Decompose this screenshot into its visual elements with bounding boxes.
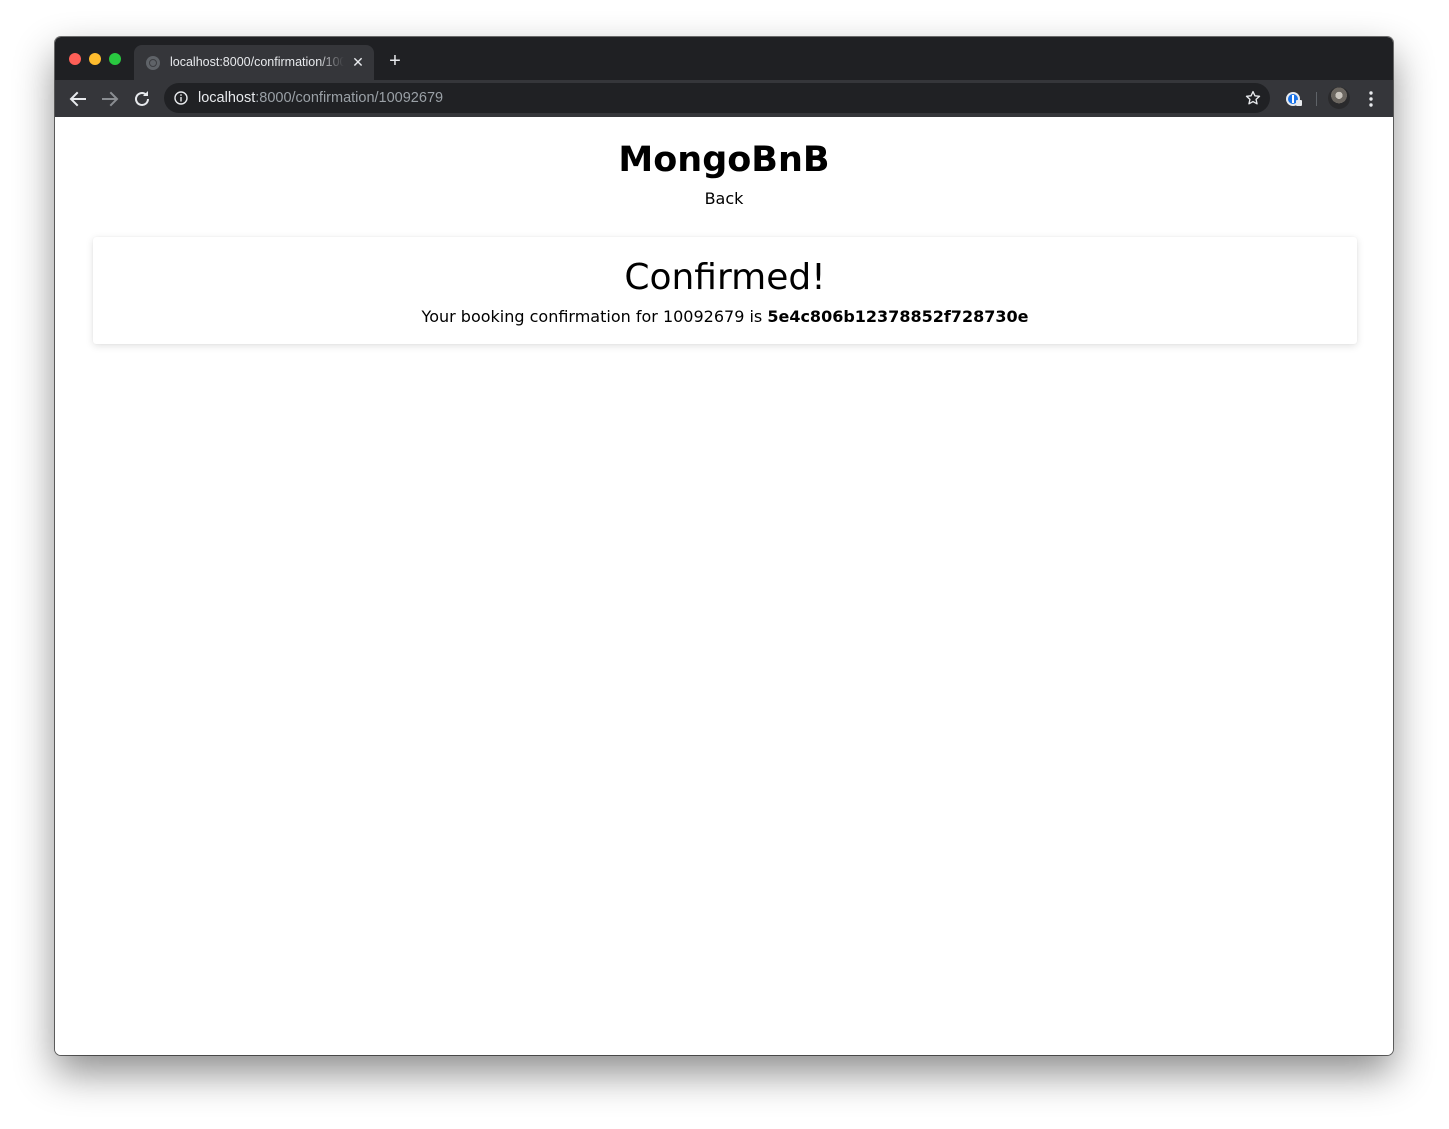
confirmation-text-middle: is (744, 307, 768, 326)
page-content: MongoBnB Back Confirmed! Your booking co… (55, 117, 1393, 1055)
arrow-left-icon[interactable] (66, 87, 90, 111)
url-host: localhost (198, 90, 256, 106)
toolbar-divider (1316, 92, 1317, 106)
plus-icon[interactable]: + (385, 51, 405, 71)
confirmation-text-prefix: Your booking confirmation for (421, 307, 663, 326)
url-path: :8000/confirmation/10092679 (255, 90, 444, 106)
tab-title: localhost:8000/confirmation/10092679 (170, 55, 344, 69)
window-minimize-button[interactable] (89, 53, 101, 65)
confirmation-id: 5e4c806b12378852f728730e (767, 307, 1029, 326)
reload-icon[interactable] (130, 87, 154, 111)
globe-icon (146, 56, 160, 70)
back-link[interactable]: Back (705, 189, 744, 208)
close-icon[interactable]: ✕ (350, 54, 366, 70)
browser-window: localhost:8000/confirmation/10092679 ✕ + (55, 37, 1393, 1055)
arrow-right-icon[interactable] (98, 87, 122, 111)
kebab-menu-icon[interactable] (1361, 89, 1381, 109)
window-maximize-button[interactable] (109, 53, 121, 65)
star-icon[interactable] (1244, 89, 1262, 107)
window-close-button[interactable] (69, 53, 81, 65)
back-link-container: Back (55, 189, 1393, 209)
confirmation-card: Confirmed! Your booking confirmation for… (93, 237, 1357, 344)
confirmation-message: Your booking confirmation for 10092679 i… (93, 307, 1357, 327)
avatar[interactable] (1328, 87, 1350, 109)
site-title: MongoBnB (618, 140, 830, 180)
browser-tab[interactable]: localhost:8000/confirmation/10092679 ✕ (134, 45, 374, 80)
info-icon[interactable] (174, 91, 188, 105)
tab-strip: localhost:8000/confirmation/10092679 ✕ + (55, 37, 1393, 80)
browser-toolbar: localhost:8000/confirmation/10092679 (55, 80, 1393, 117)
listing-id: 10092679 (662, 307, 745, 326)
address-bar[interactable]: localhost:8000/confirmation/10092679 (164, 83, 1270, 113)
confirmation-heading: Confirmed! (624, 257, 826, 298)
password-manager-icon[interactable] (1284, 89, 1304, 109)
url-text: localhost:8000/confirmation/10092679 (198, 90, 443, 106)
